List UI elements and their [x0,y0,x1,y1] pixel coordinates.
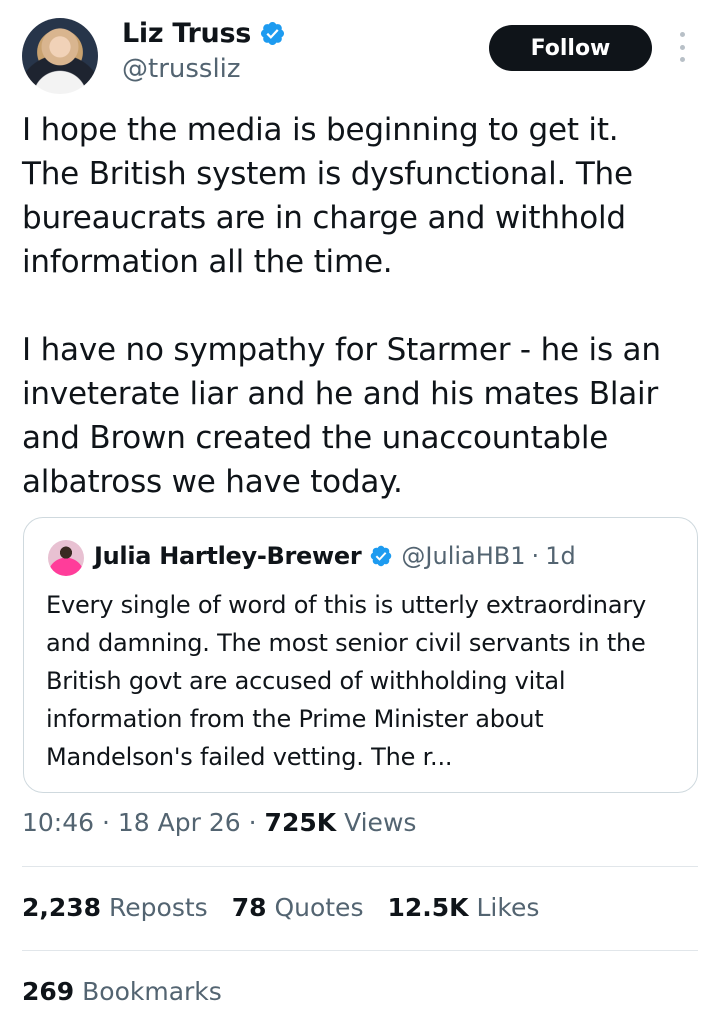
quoted-author-name: Julia Hartley-Brewer [94,542,362,570]
author-name[interactable]: Liz Truss [122,18,251,49]
quotes-count: 78 [231,893,267,922]
views-label: Views [344,808,417,837]
quoted-tweet-header: Julia Hartley-Brewer @JuliaHB1 · 1d [94,542,576,570]
divider [22,950,698,951]
quoted-author-handle: @JuliaHB1 [401,542,526,570]
divider [22,866,698,867]
quoted-tweet[interactable]: Julia Hartley-Brewer @JuliaHB1 · 1d Ever… [23,517,698,793]
tweet-header: Liz Truss @trussliz Follow [22,16,698,96]
meta-separator: · [102,808,110,837]
more-dot [679,57,685,62]
bookmarks-label: Bookmarks [82,977,222,1006]
bookmarks-stat[interactable]: 269 Bookmarks [22,977,222,1006]
author-avatar[interactable] [22,18,98,94]
quoted-timestamp: 1d [545,542,576,570]
verified-badge-icon [371,545,392,567]
author-name-line: Liz Truss [122,18,286,49]
reposts-label: Reposts [109,893,208,922]
quotes-stat[interactable]: 78 Quotes [232,893,364,922]
tweet-text: I hope the media is beginning to get it.… [22,112,661,500]
more-vertical-icon[interactable] [674,32,690,62]
verified-badge-icon [260,21,285,46]
meta-separator: · [248,808,257,837]
more-dot [679,32,685,37]
tweet-time: 10:46 [22,808,95,837]
quoted-tweet-text: Every single of word of this is utterly … [46,591,646,771]
follow-button[interactable]: Follow [489,25,652,71]
views-count: 725K [264,808,337,837]
tweet-meta: 10:46 · 18 Apr 26 · 725K Views [22,808,416,837]
likes-label: Likes [476,893,540,922]
bookmarks-count: 269 [22,977,75,1006]
author-handle[interactable]: @trussliz [122,54,241,84]
reposts-count: 2,238 [22,893,102,922]
more-dot [679,44,685,50]
quoted-separator: · [531,542,540,570]
likes-count: 12.5K [387,893,469,922]
reposts-stat[interactable]: 2,238 Reposts [22,893,208,922]
quotes-label: Quotes [274,893,364,922]
likes-stat[interactable]: 12.5K Likes [387,893,539,922]
quoted-author-avatar [48,540,84,576]
tweet-date: 18 Apr 26 [117,808,241,837]
engagement-stats: 2,238 Reposts 78 Quotes 12.5K Likes [22,893,539,922]
